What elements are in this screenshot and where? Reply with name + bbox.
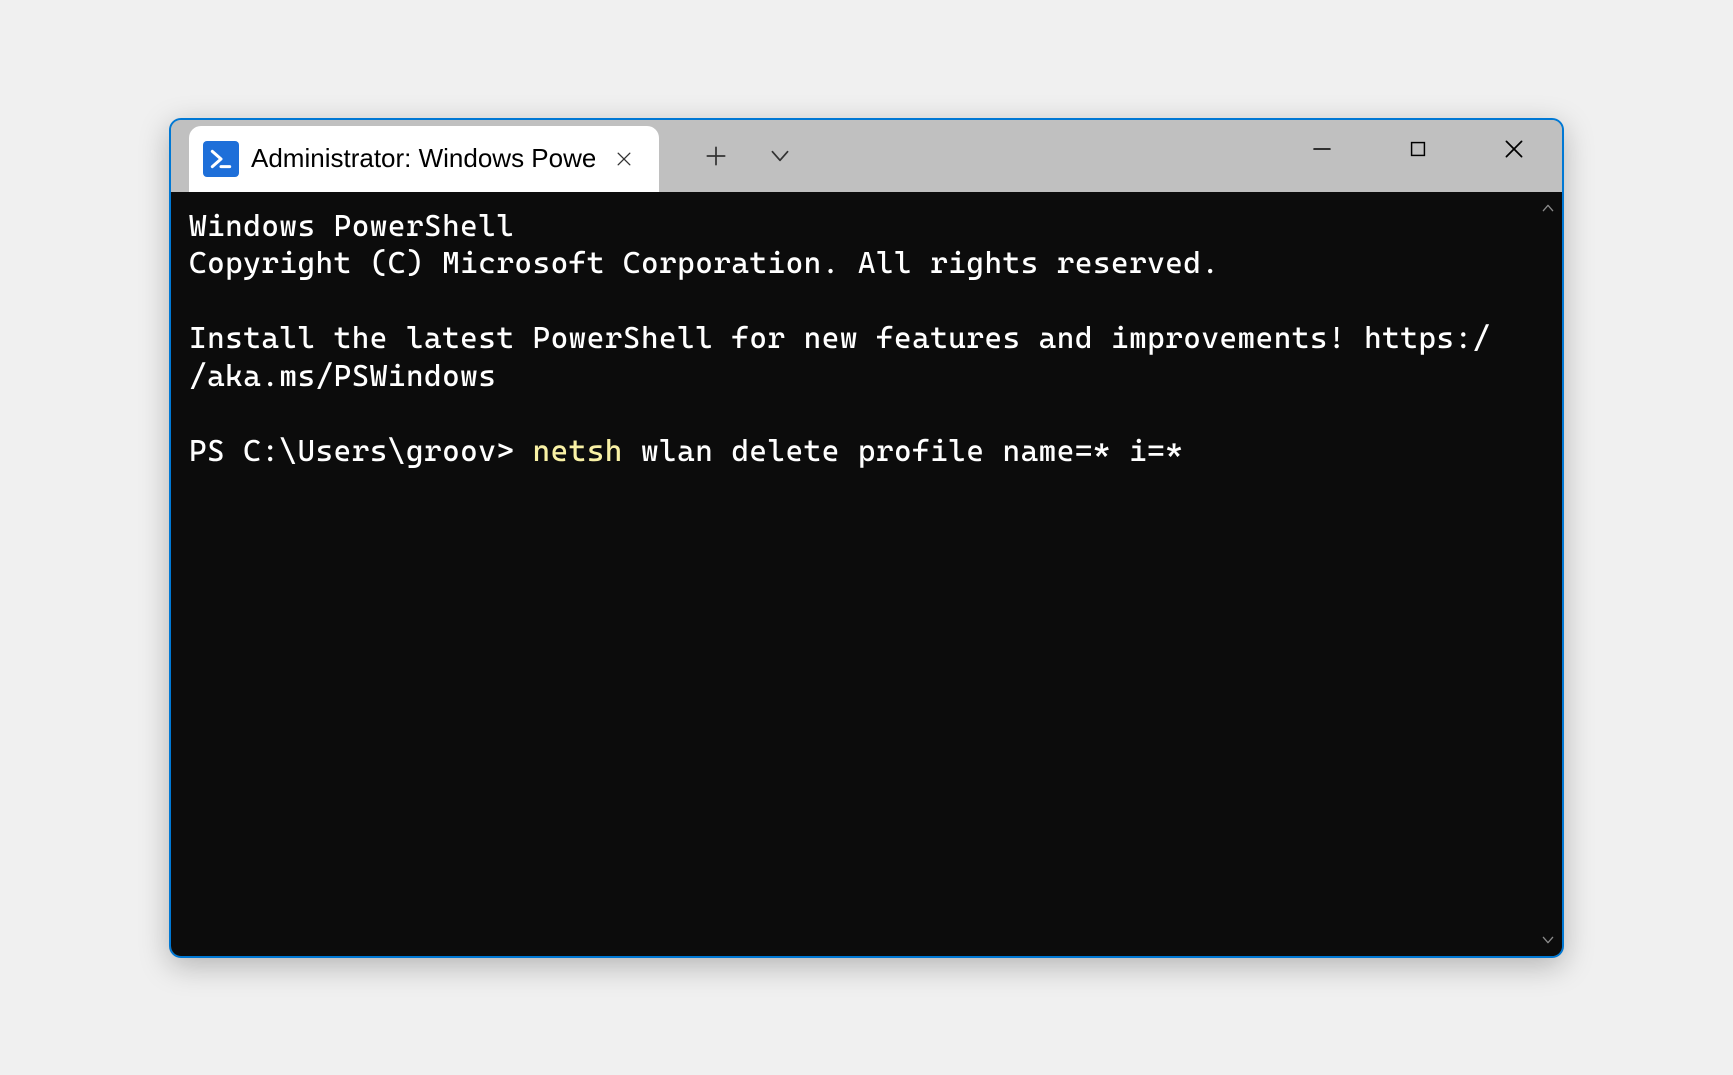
window-controls: [1274, 120, 1562, 192]
tab-actions: [687, 120, 809, 192]
terminal-line: Copyright (C) Microsoft Corporation. All…: [189, 246, 1219, 281]
tab-close-button[interactable]: [607, 142, 641, 176]
terminal-line: Windows PowerShell: [189, 209, 514, 244]
tab-dropdown-button[interactable]: [751, 133, 809, 179]
terminal-window: Administrator: Windows PowerS: [169, 118, 1564, 958]
scroll-down-icon[interactable]: [1538, 930, 1558, 950]
titlebar: Administrator: Windows PowerS: [171, 120, 1562, 192]
tab-active[interactable]: Administrator: Windows PowerS: [189, 126, 659, 192]
close-window-button[interactable]: [1466, 120, 1562, 178]
minimize-button[interactable]: [1274, 120, 1370, 178]
scrollbar[interactable]: [1534, 192, 1562, 956]
scroll-up-icon[interactable]: [1538, 198, 1558, 218]
powershell-icon: [203, 141, 239, 177]
command-args: wlan delete profile name=* i=*: [623, 434, 1183, 469]
maximize-button[interactable]: [1370, 120, 1466, 178]
terminal-output[interactable]: Windows PowerShell Copyright (C) Microso…: [171, 192, 1534, 956]
terminal-area: Windows PowerShell Copyright (C) Microso…: [171, 192, 1562, 956]
terminal-line: Install the latest PowerShell for new fe…: [189, 321, 1491, 356]
new-tab-button[interactable]: [687, 133, 745, 179]
tab-title: Administrator: Windows PowerS: [251, 143, 595, 174]
command-keyword: netsh: [532, 434, 622, 469]
terminal-line: /aka.ms/PSWindows: [189, 359, 496, 394]
terminal-prompt: PS C:\Users\groov>: [189, 434, 532, 469]
